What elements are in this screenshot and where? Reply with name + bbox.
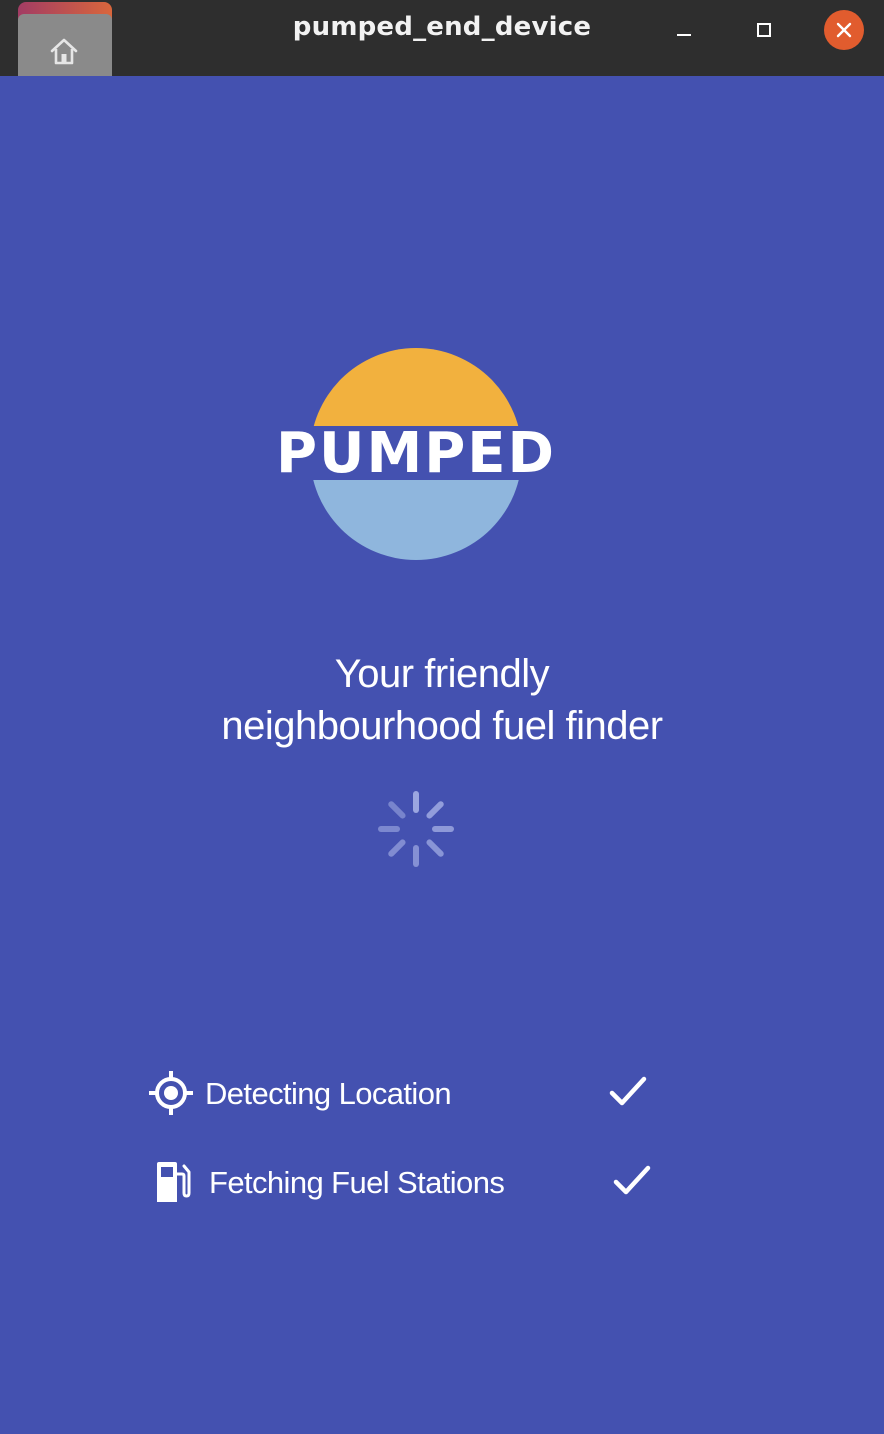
close-button[interactable] xyxy=(824,10,864,50)
status-detecting-location: Detecting Location xyxy=(146,1068,666,1118)
tagline-line-2: neighbourhood fuel finder xyxy=(221,704,663,748)
tagline: Your friendly neighbourhood fuel finder xyxy=(0,648,884,752)
status-fetching-fuel-stations: Fetching Fuel Stations xyxy=(146,1157,666,1207)
checkmark-icon xyxy=(609,1076,647,1106)
fuel-pump-icon xyxy=(146,1157,196,1207)
status-label: Fetching Fuel Stations xyxy=(209,1165,505,1200)
maximize-button[interactable] xyxy=(744,10,784,50)
app-window: pumped_end_device PUMPED Your friendly n… xyxy=(0,0,884,1434)
checkmark-icon xyxy=(613,1165,651,1195)
minimize-icon xyxy=(677,34,691,36)
pumped-logo: PUMPED xyxy=(276,348,556,560)
minimize-button[interactable] xyxy=(664,10,704,50)
status-label: Detecting Location xyxy=(205,1076,452,1111)
title-bar[interactable]: pumped_end_device xyxy=(0,0,884,76)
location-target-icon xyxy=(146,1068,196,1118)
loading-spinner-icon xyxy=(378,791,454,867)
logo-text: PUMPED xyxy=(276,421,556,486)
close-icon xyxy=(836,22,852,38)
tagline-line-1: Your friendly xyxy=(334,652,550,696)
maximize-icon xyxy=(757,23,771,37)
